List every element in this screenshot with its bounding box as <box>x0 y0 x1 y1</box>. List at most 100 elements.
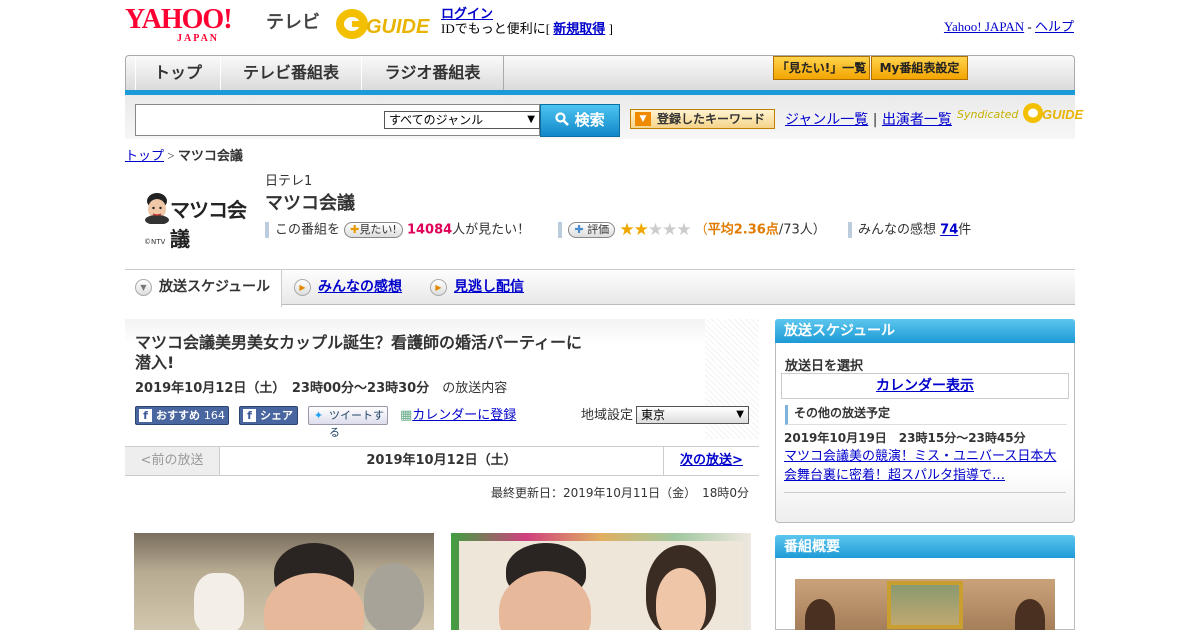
impressions-count-link[interactable]: 74 <box>940 223 958 238</box>
register-link[interactable]: 新規取得 <box>553 21 605 36</box>
login-block: ログイン IDでもっと便利に[ 新規取得 ] <box>441 6 613 36</box>
episode-photo-2 <box>451 533 751 630</box>
facebook-recommend-button[interactable]: f おすすめ 164 <box>135 406 229 425</box>
photo-vase <box>194 573 244 630</box>
mitai-list-button[interactable]: 「見たい!」一覧 <box>773 56 870 80</box>
divider-bar <box>848 222 853 238</box>
link-separator: - <box>1024 19 1035 34</box>
tab-streaming[interactable]: ▶ 見逃し配信 <box>420 270 524 305</box>
episode-pager: <前の放送 2019年10月12日（土） 次の放送> <box>125 446 759 476</box>
facebook-share-button[interactable]: f シェア <box>239 406 298 425</box>
gguide-logo[interactable]: GUIDE <box>334 6 432 42</box>
facebook-recommend-label: おすすめ <box>156 409 200 422</box>
mitai-suffix: 人が見たい！ <box>452 222 531 238</box>
episode-date-suffix: の放送内容 <box>442 381 508 396</box>
tweet-button[interactable]: ✦ ツイートする <box>308 406 388 439</box>
program-tabs: ▼ 放送スケジュール ▶ みんなの感想 ▶ 見逃し配信 <box>125 269 1075 307</box>
impressions-prefix: みんなの感想 <box>858 222 941 238</box>
mitai-button-label: 見たい! <box>359 223 397 236</box>
program-logo-text: マツコ会議 <box>170 198 247 251</box>
tab-impressions-label: みんなの感想 <box>318 279 402 295</box>
gguide-mini-logo-text: GUIDE <box>1042 107 1084 122</box>
sidebar-divider <box>784 492 1066 493</box>
program-logo-credit: ©NTV <box>144 238 166 246</box>
gguide-mini-logo: GUIDE <box>1022 103 1084 123</box>
genre-select-value: すべてのジャンル <box>389 113 484 127</box>
overview-photo-painting <box>887 581 963 629</box>
genre-select[interactable]: すべてのジャンル ▼ <box>384 111 540 129</box>
rate-button[interactable]: ✚ 評価 <box>568 222 616 238</box>
search-icon <box>555 112 570 126</box>
plus-icon: ✚ <box>350 223 360 236</box>
twitter-bird-icon: ✦ <box>313 409 324 422</box>
syndicated-label: Syndicated <box>957 108 1019 121</box>
help-link[interactable]: ヘルプ <box>1035 19 1074 34</box>
region-label: 地域設定 <box>581 408 634 423</box>
search-button-label: 検索 <box>574 111 605 129</box>
play-arrow-icon: ▶ <box>430 279 447 296</box>
region-select[interactable]: 東京 ▼ <box>636 406 749 424</box>
yahoo-japan-logo[interactable]: YAHOO! JAPAN <box>125 4 233 44</box>
play-arrow-icon: ▶ <box>294 279 311 296</box>
rate-button-label: 評価 <box>587 223 610 236</box>
tab-impressions[interactable]: ▶ みんなの感想 <box>284 270 402 305</box>
yahoo-logo-text: YAHOO! <box>125 4 233 35</box>
rating-stars: ★★★★★ <box>619 220 691 240</box>
previous-broadcast: <前の放送 <box>125 447 220 475</box>
dropdown-arrow-icon: ▼ <box>527 114 535 125</box>
share-row: f おすすめ 164 f シェア ✦ ツイートする ▦カレンダーに登録 <box>135 406 575 439</box>
yahoo-logo-subtext: JAPAN <box>177 33 220 44</box>
yahoo-japan-link[interactable]: Yahoo! JAPAN <box>944 19 1024 34</box>
nav-tab-tv-schedule[interactable]: テレビ番組表 <box>220 56 362 90</box>
tv-label[interactable]: テレビ <box>266 8 320 34</box>
login-text-end: ] <box>605 21 613 36</box>
add-calendar-link[interactable]: ▦カレンダーに登録 <box>400 406 516 425</box>
impressions-suffix: 件 <box>958 222 972 238</box>
calendar-icon: ▦ <box>400 408 413 423</box>
breadcrumb-top-link[interactable]: トップ <box>125 148 164 163</box>
tab-streaming-label: 見逃し配信 <box>454 279 524 295</box>
main-nav: トップ テレビ番組表 ラジオ番組表 「見たい!」一覧 My番組表設定 <box>125 55 1075 93</box>
region-select-value: 東京 <box>641 408 666 422</box>
facebook-icon: f <box>139 409 152 422</box>
calendar-view-link[interactable]: カレンダー表示 <box>781 373 1069 399</box>
login-link[interactable]: ログイン <box>441 6 493 21</box>
registered-keyword-label: 登録したキーワード <box>657 112 766 126</box>
mitai-button[interactable]: ✚見たい! <box>344 222 403 238</box>
link-pipe: | <box>868 112 882 128</box>
other-broadcasts-label: その他の放送予定 <box>785 405 1067 425</box>
nav-tab-top[interactable]: トップ <box>135 56 221 90</box>
search-button[interactable]: 検索 <box>540 104 620 137</box>
rating-open-paren: （ <box>694 222 708 238</box>
syndicated-gguide-badge: Syndicated GUIDE <box>957 102 1084 124</box>
tab-schedule[interactable]: ▼ 放送スケジュール <box>125 270 282 307</box>
program-title: マツコ会議 <box>265 193 355 214</box>
channel-name: 日テレ1 <box>265 174 313 189</box>
next-broadcast-link[interactable]: 次の放送> <box>663 447 759 475</box>
facebook-icon: f <box>243 409 256 422</box>
nav-tab-radio-schedule[interactable]: ラジオ番組表 <box>361 56 504 90</box>
header-right-links: Yahoo! JAPAN - ヘルプ <box>944 16 1074 35</box>
star-empty-icon: ★ <box>647 220 663 240</box>
gguide-logo-text: GUIDE <box>366 16 430 38</box>
other-broadcast-date: 2019年10月19日 23時15分～23時45分 <box>784 431 1026 445</box>
login-text: IDでもっと便利に[ <box>441 21 554 36</box>
triangle-down-icon: ▼ <box>635 112 651 126</box>
photo-face-2 <box>656 568 706 630</box>
mitai-prefix: この番組を <box>275 222 341 238</box>
mitai-count: 14084 <box>406 222 453 238</box>
episode-photo-1 <box>134 533 434 630</box>
breadcrumb: トップ > マツコ会議 <box>125 145 243 164</box>
performers-list-link[interactable]: 出演者一覧 <box>882 112 952 128</box>
select-date-label: 放送日を選択 <box>785 359 864 374</box>
star-filled-icon: ★ <box>633 220 649 240</box>
facebook-recommend-count: 164 <box>203 409 225 422</box>
my-schedule-button[interactable]: My番組表設定 <box>871 56 968 80</box>
genre-list-link[interactable]: ジャンル一覧 <box>785 112 868 128</box>
dropdown-arrow-icon: ▼ <box>736 409 744 420</box>
matsuko-face-icon <box>145 193 169 224</box>
plus-icon: ✚ <box>574 223 584 236</box>
breadcrumb-separator: > <box>164 148 178 163</box>
registered-keyword-button[interactable]: ▼ 登録したキーワード <box>630 109 775 129</box>
other-broadcast-link[interactable]: マツコ会議美の競演！ミス・ユニバース日本大会舞台裏に密着！超スパルタ指導で… <box>784 447 1066 485</box>
